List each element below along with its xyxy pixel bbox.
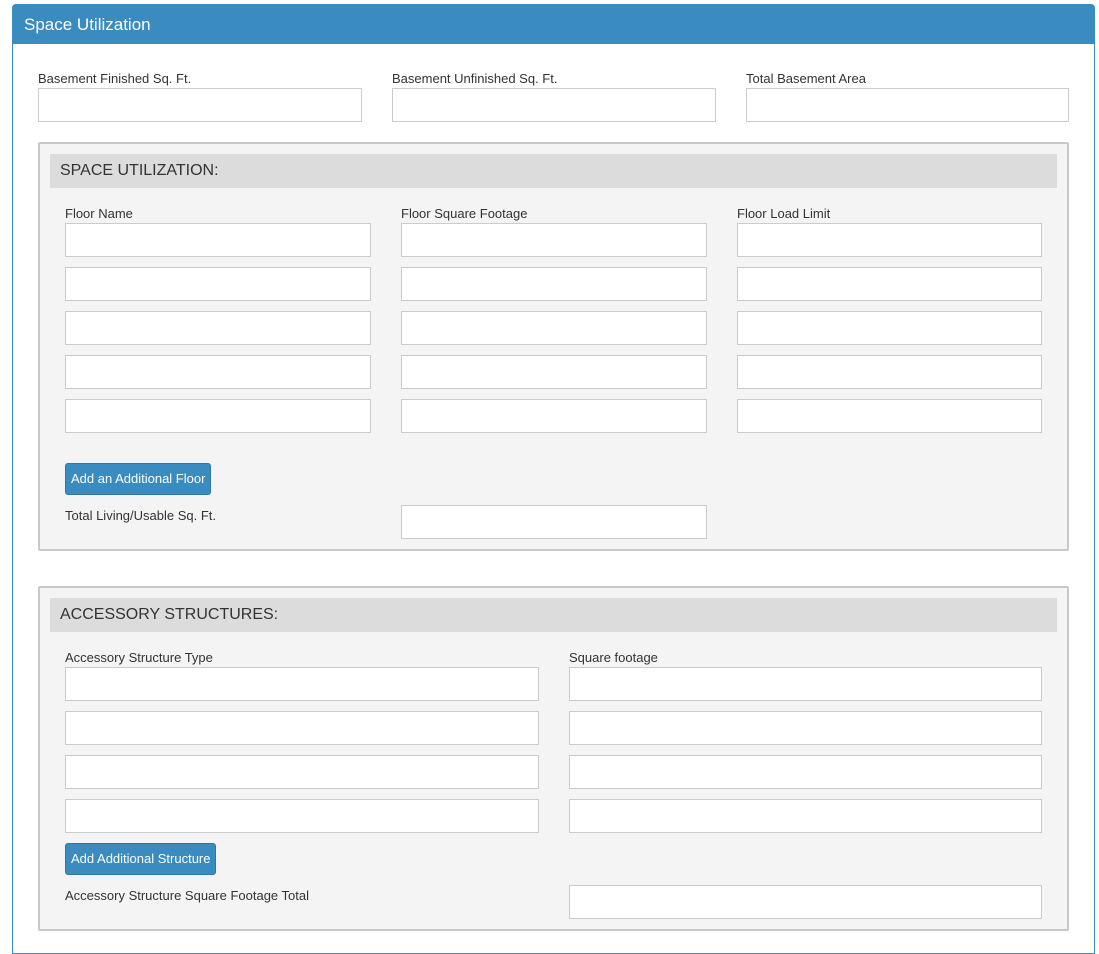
floor-load-input[interactable] xyxy=(737,355,1042,389)
floor-sqft-input[interactable] xyxy=(401,399,707,433)
floor-name-input[interactable] xyxy=(65,223,371,257)
add-floor-button[interactable]: Add an Additional Floor xyxy=(65,463,212,495)
floor-name-input[interactable] xyxy=(65,399,371,433)
accessory-sqft-input[interactable] xyxy=(569,755,1042,789)
total-basement-area-label: Total Basement Area xyxy=(746,71,866,86)
accessory-structures-heading: ACCESSORY STRUCTURES: xyxy=(50,598,1057,632)
floor-sqft-input[interactable] xyxy=(401,311,707,345)
accessory-type-input[interactable] xyxy=(65,755,539,789)
floor-sqft-input[interactable] xyxy=(401,267,707,301)
accessory-type-header: Accessory Structure Type xyxy=(65,650,213,665)
accessory-type-input[interactable] xyxy=(65,711,539,745)
basement-unfinished-input[interactable] xyxy=(392,88,716,122)
basement-finished-input[interactable] xyxy=(38,88,362,122)
floor-load-input[interactable] xyxy=(737,311,1042,345)
floor-load-input[interactable] xyxy=(737,223,1042,257)
basement-finished-label: Basement Finished Sq. Ft. xyxy=(38,71,192,86)
floor-name-input[interactable] xyxy=(65,355,371,389)
accessory-sqft-header: Square footage xyxy=(569,650,658,665)
basement-unfinished-label: Basement Unfinished Sq. Ft. xyxy=(392,71,558,86)
accessory-total-input[interactable] xyxy=(569,885,1042,919)
total-living-usable-input[interactable] xyxy=(401,505,707,539)
floor-sqft-input[interactable] xyxy=(401,223,707,257)
floor-name-input[interactable] xyxy=(65,267,371,301)
panel-title: Space Utilization xyxy=(13,5,1094,44)
total-basement-area-input[interactable] xyxy=(746,88,1069,122)
accessory-sqft-input[interactable] xyxy=(569,799,1042,833)
floor-load-limit-header: Floor Load Limit xyxy=(737,206,831,221)
floor-load-input[interactable] xyxy=(737,399,1042,433)
total-living-usable-label: Total Living/Usable Sq. Ft. xyxy=(65,508,217,523)
floor-sqft-input[interactable] xyxy=(401,355,707,389)
accessory-type-input[interactable] xyxy=(65,799,539,833)
accessory-sqft-input[interactable] xyxy=(569,711,1042,745)
floor-name-header: Floor Name xyxy=(65,206,133,221)
floor-square-footage-header: Floor Square Footage xyxy=(401,206,528,221)
accessory-type-input[interactable] xyxy=(65,667,539,701)
space-utilization-heading: SPACE UTILIZATION: xyxy=(50,154,1057,188)
floor-name-input[interactable] xyxy=(65,311,371,345)
accessory-sqft-input[interactable] xyxy=(569,667,1042,701)
floor-load-input[interactable] xyxy=(737,267,1042,301)
add-structure-button[interactable]: Add Additional Structure xyxy=(65,843,217,875)
accessory-total-label: Accessory Structure Square Footage Total xyxy=(65,888,309,903)
